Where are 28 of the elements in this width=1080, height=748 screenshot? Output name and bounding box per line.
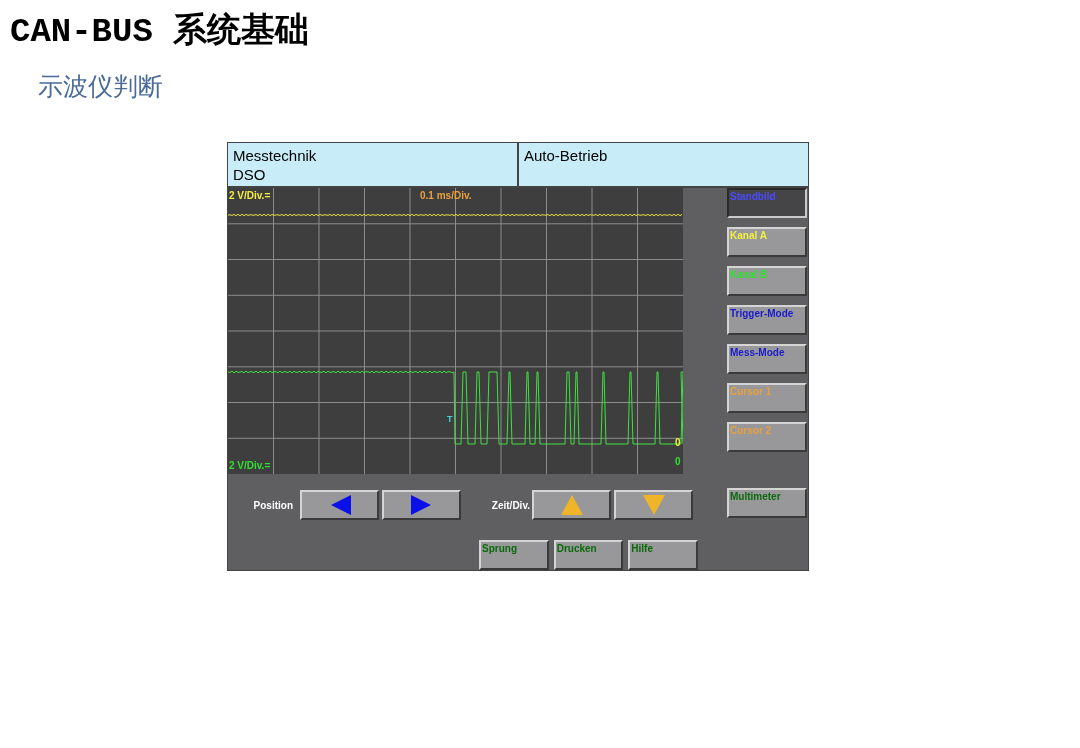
function-button[interactable]: Kanal B (727, 266, 807, 296)
position-label: Position (252, 498, 294, 513)
function-button[interactable]: Trigger-Mode (727, 305, 807, 335)
arrow-button[interactable] (532, 490, 611, 520)
channel-b-scale: 2 V/Div.= (229, 460, 271, 472)
arrow-button[interactable] (300, 490, 379, 520)
arrow-button[interactable] (614, 490, 693, 520)
channel-a-zero: 0 (675, 437, 681, 448)
arrow-button[interactable] (382, 490, 461, 520)
header-status: Auto-Betrieb (524, 147, 608, 164)
slide-title: CAN-BUS 系统基础 (10, 11, 311, 53)
function-button[interactable]: Drucken (553, 540, 624, 570)
channel-a-scale: 2 V/Div.= (229, 190, 271, 202)
channel-b-zero: 0 (675, 456, 681, 467)
function-button[interactable]: Hilfe (628, 540, 698, 570)
function-button[interactable]: Mess-Mode (727, 344, 807, 374)
function-button[interactable]: Sprung (479, 540, 549, 570)
function-button[interactable]: Cursor 2 (727, 422, 807, 452)
time-scale: 0.1 ms/Div. (420, 190, 472, 202)
function-button[interactable]: Cursor 1 (727, 383, 807, 413)
slide-subtitle: 示波仪判断 (38, 71, 164, 102)
function-button[interactable]: Standbild (727, 188, 807, 218)
time-division-label: Zeit/Div. (490, 498, 531, 513)
header-section: Messtechnik (233, 146, 512, 165)
trigger-marker: T (447, 414, 453, 424)
multimeter-button[interactable]: Multimeter (727, 488, 807, 518)
function-button[interactable]: Kanal A (727, 227, 807, 257)
header-mode: DSO (233, 165, 267, 184)
